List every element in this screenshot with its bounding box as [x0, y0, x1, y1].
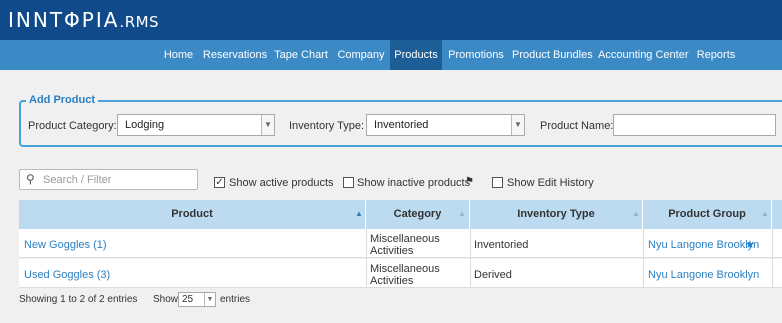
inventory-type-cell: Inventoried	[474, 239, 529, 251]
chevron-down-icon: ▼	[204, 293, 215, 306]
logo-suffix: .RMS	[119, 13, 160, 31]
inventory-type-label: Inventory Type:	[289, 120, 365, 132]
nav-accounting-center[interactable]: Accounting Center	[598, 40, 689, 70]
column-divider	[772, 229, 773, 289]
page-size-select[interactable]: 25 ▼	[178, 292, 216, 307]
nav-reservations[interactable]: Reservations	[201, 40, 269, 70]
column-header-product[interactable]: Product	[19, 200, 366, 229]
search-input[interactable]: ⚲ Search / Filter	[19, 169, 198, 190]
nav-company[interactable]: Company	[334, 40, 388, 70]
entries-label: entries	[220, 294, 251, 305]
sort-ascending-icon: ▲	[355, 209, 363, 218]
column-header-inventory-type[interactable]: Inventory Type	[470, 200, 643, 229]
product-category-value: Lodging	[125, 119, 165, 131]
column-divider	[470, 229, 471, 289]
flag-icon: ⚑	[465, 176, 474, 187]
add-product-title: Add Product	[26, 94, 98, 106]
column-header-product-group[interactable]: Product Group	[643, 200, 772, 229]
category-cell: Activities	[370, 245, 414, 257]
product-name-input[interactable]	[613, 114, 776, 136]
product-group-link[interactable]: Nyu Langone Brooklyn	[648, 269, 759, 281]
product-group-link[interactable]: Nyu Langone Brooklyn	[648, 239, 759, 251]
search-placeholder: Search / Filter	[43, 174, 112, 186]
sort-icon: ▲	[458, 209, 466, 218]
product-name-label: Product Name:	[540, 120, 614, 132]
show-history-checkbox[interactable]	[492, 177, 503, 188]
nav-promotions[interactable]: Promotions	[446, 40, 506, 70]
show-history-label: Show Edit History	[507, 177, 594, 189]
column-divider	[366, 229, 367, 289]
product-category-select[interactable]: Lodging ▼	[117, 114, 275, 136]
main-nav: Home Reservations Tape Chart Company Pro…	[0, 40, 782, 70]
product-category-label: Product Category:	[28, 120, 117, 132]
show-active-checkbox[interactable]: ✓	[214, 177, 225, 188]
inventory-type-value: Inventoried	[374, 119, 429, 131]
column-divider	[643, 229, 644, 289]
show-inactive-label: Show inactive products	[357, 177, 471, 189]
top-header: INNTΦPIA.RMS	[0, 0, 782, 40]
chevron-down-icon: ▼	[261, 115, 274, 135]
nav-products[interactable]: Products	[390, 40, 442, 70]
search-icon: ⚲	[26, 172, 35, 186]
sort-icon: ▲	[632, 209, 640, 218]
show-label: Show	[153, 294, 179, 305]
product-link[interactable]: Used Goggles (3)	[24, 269, 110, 281]
category-cell: Miscellaneous	[370, 233, 440, 245]
showing-entries-text: Showing 1 to 2 of 2 entries	[19, 294, 138, 305]
nav-product-bundles[interactable]: Product Bundles	[512, 40, 593, 70]
product-link[interactable]: New Goggles (1)	[24, 239, 107, 251]
category-cell: Activities	[370, 275, 414, 287]
inventory-type-cell: Derived	[474, 269, 512, 281]
nav-reports[interactable]: Reports	[694, 40, 738, 70]
nav-tape-chart[interactable]: Tape Chart	[272, 40, 330, 70]
sort-icon: ▲	[761, 209, 769, 218]
inntopia-logo[interactable]: INNTΦPIA.RMS	[8, 8, 159, 32]
star-icon[interactable]: ★	[745, 238, 755, 251]
page-size-value: 25	[182, 294, 194, 305]
category-cell: Miscellaneous	[370, 263, 440, 275]
show-active-label: Show active products	[229, 177, 334, 189]
nav-home[interactable]: Home	[160, 40, 197, 70]
inventory-type-select[interactable]: Inventoried ▼	[366, 114, 525, 136]
column-header-category[interactable]: Category	[366, 200, 470, 229]
logo-text: INNTΦPIA	[8, 8, 120, 32]
chevron-down-icon: ▼	[511, 115, 524, 135]
show-inactive-checkbox[interactable]	[343, 177, 354, 188]
